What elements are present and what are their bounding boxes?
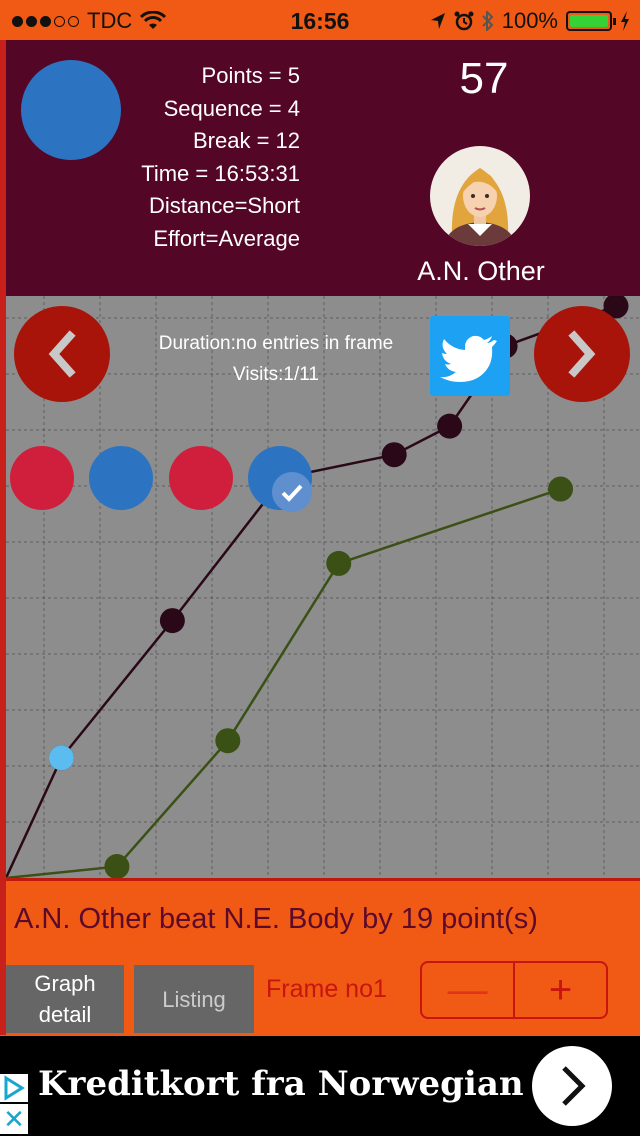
twitter-share-button[interactable]	[430, 316, 510, 396]
score-graph: Duration:no entries in frame Visits:1/11	[6, 296, 640, 878]
stat-break: Break = 12	[192, 128, 300, 153]
player-name: A.N. Other	[417, 256, 545, 286]
graph-detail-label-line1: Graph	[34, 971, 96, 996]
app-screen: TDC 16:56 100% Points = 5 Sequence = 4 B…	[0, 0, 640, 1136]
series-2-point	[548, 476, 574, 502]
series-2-point	[326, 550, 352, 576]
series-2-point	[104, 854, 130, 878]
location-icon	[430, 13, 445, 29]
duration-text: Duration:no entries in frame	[158, 333, 394, 354]
stat-time: Time = 16:53:31	[141, 160, 300, 186]
avatar[interactable]	[430, 146, 530, 246]
series-1-point	[381, 442, 407, 468]
decrement-button[interactable]: —	[422, 963, 515, 1017]
checkmark-icon	[272, 472, 312, 512]
ad-close-button[interactable]: ✕	[0, 1104, 28, 1134]
player-color-disc	[21, 60, 121, 160]
stat-sequence: Sequence = 4	[163, 95, 300, 121]
stats-block: Points = 5 Sequence = 4 Break = 12 Time …	[141, 60, 300, 255]
ad-open-button[interactable]	[532, 1046, 612, 1126]
status-right: 100%	[430, 8, 630, 34]
sequence-ball-1[interactable]	[10, 446, 74, 510]
frame-stepper[interactable]: — +	[420, 961, 608, 1019]
player-header: Points = 5 Sequence = 4 Break = 12 Time …	[6, 40, 640, 296]
graph-detail-label-line2: detail	[38, 1002, 92, 1027]
series-2-point	[215, 728, 241, 754]
ad-banner[interactable]: ✕ Kreditkort fra Norwegian	[0, 1036, 640, 1136]
chevron-right-icon	[568, 330, 596, 378]
battery-percent: 100%	[501, 8, 558, 33]
chevron-left-icon	[48, 330, 76, 378]
status-bar: TDC 16:56 100%	[0, 0, 640, 40]
stat-points: Points = 5	[201, 63, 300, 88]
result-text: A.N. Other beat N.E. Body by 19 point(s)	[14, 903, 538, 935]
sequence-ball-2[interactable]	[89, 446, 153, 510]
charging-icon	[621, 11, 629, 31]
person-icon	[444, 168, 516, 246]
chevron-right-icon	[562, 1066, 586, 1106]
next-frame-button[interactable]	[534, 306, 630, 402]
series-1-point	[159, 608, 185, 634]
twitter-bird-icon	[440, 335, 497, 382]
bottom-panel: A.N. Other beat N.E. Body by 19 point(s)…	[6, 878, 640, 1035]
previous-frame-button[interactable]	[14, 306, 110, 402]
sequence-ball-3[interactable]	[169, 446, 233, 510]
increment-button[interactable]: +	[515, 963, 606, 1017]
ad-info-icon[interactable]	[0, 1074, 28, 1102]
stat-effort: Effort=Average	[153, 225, 300, 251]
listing-button[interactable]: Listing	[134, 965, 254, 1033]
series-line-2	[6, 487, 561, 878]
visits-text: Visits:1/11	[233, 364, 319, 385]
stat-distance: Distance=Short	[148, 193, 300, 218]
series-1-point	[437, 413, 463, 439]
alarm-icon	[454, 11, 474, 31]
frame-number-label: Frame no1	[266, 975, 387, 1003]
frame-info: Duration:no entries in frame Visits:1/11	[126, 328, 426, 390]
bluetooth-icon	[482, 11, 494, 31]
total-score: 57	[459, 54, 509, 103]
ad-title[interactable]: Kreditkort fra Norwegian	[38, 1064, 524, 1104]
highlighted-point	[48, 745, 74, 771]
graph-detail-button[interactable]: Graph detail	[6, 965, 124, 1033]
battery-icon	[566, 11, 616, 31]
